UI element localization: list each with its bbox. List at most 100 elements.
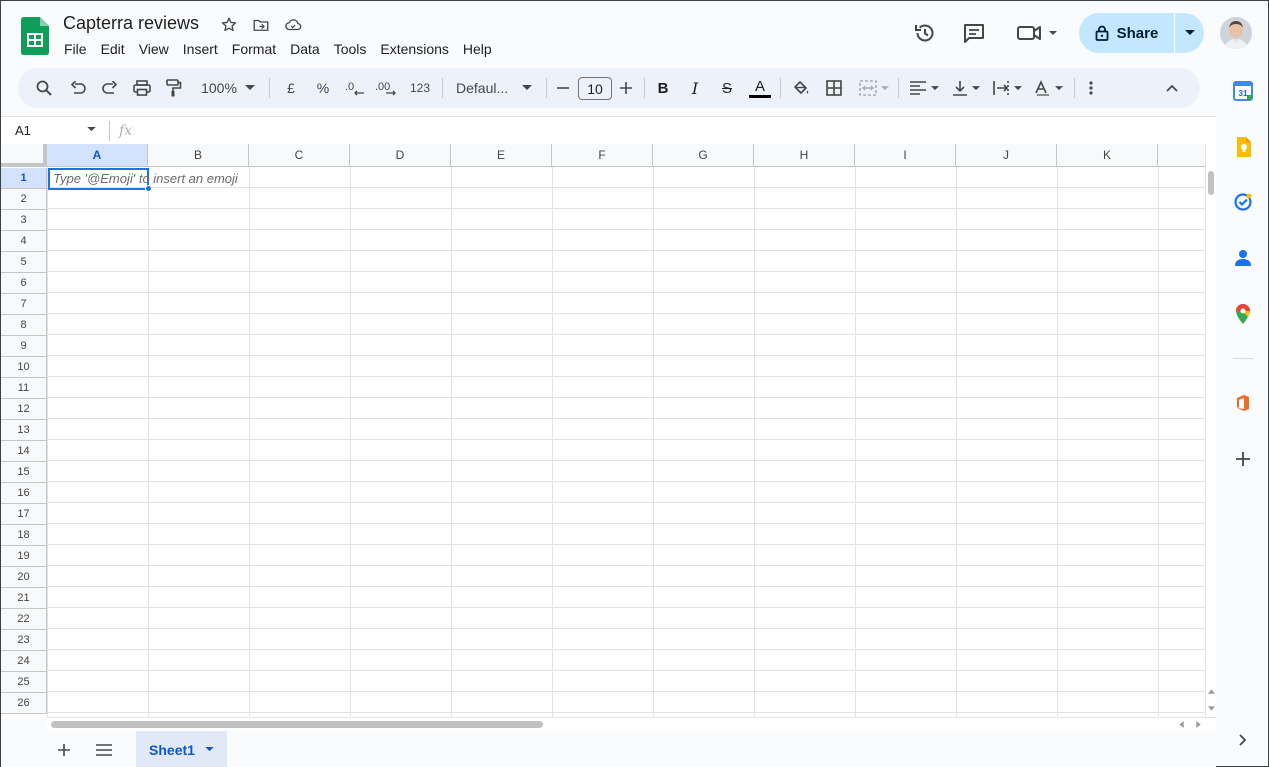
italic-button[interactable]: I [684, 68, 706, 108]
calendar-icon[interactable]: 31 [1233, 81, 1253, 101]
row-header[interactable]: 22 [1, 609, 47, 630]
strikethrough-button[interactable]: S [716, 68, 738, 108]
cloud-saved-icon[interactable] [283, 15, 303, 35]
menu-view[interactable]: View [132, 39, 176, 59]
meet-video-icon[interactable] [1014, 19, 1060, 47]
active-cell-a1[interactable]: Type '@Emoji' to insert an emoji [48, 168, 238, 190]
fill-color-icon[interactable] [790, 68, 812, 108]
horizontal-align-icon[interactable] [906, 68, 942, 108]
row-header[interactable]: 7 [1, 294, 47, 315]
scroll-down-icon[interactable] [1208, 706, 1215, 711]
row-header[interactable]: 8 [1, 315, 47, 336]
row-header[interactable]: 9 [1, 336, 47, 357]
menu-tools[interactable]: Tools [327, 39, 374, 59]
add-sheet-icon[interactable] [53, 739, 75, 761]
column-header-k[interactable]: K [1057, 144, 1158, 167]
undo-icon[interactable] [67, 68, 89, 108]
sheet-tab-active[interactable]: Sheet1 [136, 731, 227, 767]
column-header-a[interactable]: A [47, 144, 148, 167]
vertical-align-icon[interactable] [948, 68, 984, 108]
fill-handle[interactable] [145, 185, 152, 192]
column-header-g[interactable]: G [653, 144, 754, 167]
text-color-button[interactable]: A [748, 68, 772, 108]
row-header[interactable]: 23 [1, 630, 47, 651]
sheets-logo-icon[interactable] [21, 17, 49, 55]
collapse-toolbar-icon[interactable] [1161, 68, 1183, 108]
column-header-i[interactable]: I [855, 144, 956, 167]
scroll-left-icon[interactable] [1179, 721, 1184, 728]
name-box[interactable]: A1 [15, 123, 31, 138]
select-all-corner[interactable] [1, 144, 47, 167]
redo-icon[interactable] [99, 68, 121, 108]
share-button[interactable]: Share [1079, 13, 1174, 53]
menu-extensions[interactable]: Extensions [373, 39, 455, 59]
menu-file[interactable]: File [57, 39, 94, 59]
version-history-icon[interactable] [912, 19, 938, 47]
search-menus-icon[interactable] [33, 68, 55, 108]
share-options-dropdown[interactable] [1175, 13, 1204, 53]
row-header[interactable]: 10 [1, 357, 47, 378]
maps-icon[interactable] [1233, 304, 1253, 324]
row-header[interactable]: 21 [1, 588, 47, 609]
row-header[interactable]: 3 [1, 210, 47, 231]
column-header-j[interactable]: J [956, 144, 1057, 167]
more-formats-button[interactable]: 123 [406, 68, 434, 108]
office-addon-icon[interactable] [1233, 393, 1253, 413]
increase-font-size-icon[interactable] [616, 68, 636, 108]
scroll-up-icon[interactable] [1208, 689, 1215, 694]
format-percent-button[interactable]: % [312, 68, 334, 108]
avatar[interactable] [1220, 17, 1252, 49]
tasks-icon[interactable] [1233, 192, 1253, 212]
menu-edit[interactable]: Edit [94, 39, 132, 59]
row-header[interactable]: 24 [1, 651, 47, 672]
bold-button[interactable]: B [652, 68, 674, 108]
row-header[interactable]: 18 [1, 525, 47, 546]
row-header[interactable]: 13 [1, 420, 47, 441]
column-header-e[interactable]: E [451, 144, 552, 167]
row-header[interactable]: 17 [1, 504, 47, 525]
column-header-b[interactable]: B [148, 144, 249, 167]
row-header[interactable]: 26 [1, 693, 47, 714]
row-header[interactable]: 12 [1, 399, 47, 420]
row-header[interactable]: 16 [1, 483, 47, 504]
horizontal-scrollbar[interactable] [47, 717, 1216, 731]
menu-help[interactable]: Help [456, 39, 499, 59]
row-header[interactable]: 15 [1, 462, 47, 483]
row-header[interactable]: 25 [1, 672, 47, 693]
increase-decimal-button[interactable]: .00 [374, 68, 400, 108]
font-family-select[interactable]: Defaul... [454, 68, 534, 108]
document-title[interactable]: Capterra reviews [63, 13, 199, 34]
text-wrapping-icon[interactable] [989, 68, 1025, 108]
vertical-scrollbar[interactable] [1205, 144, 1216, 717]
row-header[interactable]: 20 [1, 567, 47, 588]
row-header[interactable]: 4 [1, 231, 47, 252]
print-icon[interactable] [131, 68, 153, 108]
column-header-c[interactable]: C [249, 144, 350, 167]
row-header[interactable]: 1 [1, 168, 47, 189]
caret-down-icon[interactable] [205, 747, 214, 752]
column-header-h[interactable]: H [754, 144, 855, 167]
formula-input[interactable] [141, 119, 1201, 143]
row-header[interactable]: 5 [1, 252, 47, 273]
row-header[interactable]: 19 [1, 546, 47, 567]
comments-icon[interactable] [961, 19, 987, 47]
all-sheets-menu-icon[interactable] [93, 739, 115, 761]
column-header-l[interactable] [1158, 144, 1205, 167]
add-icon[interactable] [1233, 449, 1253, 469]
keep-icon[interactable] [1233, 137, 1253, 157]
menu-data[interactable]: Data [283, 39, 327, 59]
column-header-f[interactable]: F [552, 144, 653, 167]
row-header[interactable]: 2 [1, 189, 47, 210]
caret-down-icon[interactable] [87, 127, 96, 132]
menu-format[interactable]: Format [225, 39, 283, 59]
contacts-icon[interactable] [1233, 248, 1253, 268]
paint-format-icon[interactable] [163, 68, 185, 108]
vertical-scroll-thumb[interactable] [1208, 171, 1214, 195]
decrease-font-size-icon[interactable] [553, 68, 573, 108]
text-rotation-icon[interactable] [1030, 68, 1066, 108]
move-folder-icon[interactable] [251, 15, 271, 35]
decrease-decimal-button[interactable]: .0 [342, 68, 368, 108]
menu-insert[interactable]: Insert [176, 39, 225, 59]
merge-cells-icon[interactable] [856, 68, 892, 108]
cell-area[interactable] [47, 167, 1205, 717]
